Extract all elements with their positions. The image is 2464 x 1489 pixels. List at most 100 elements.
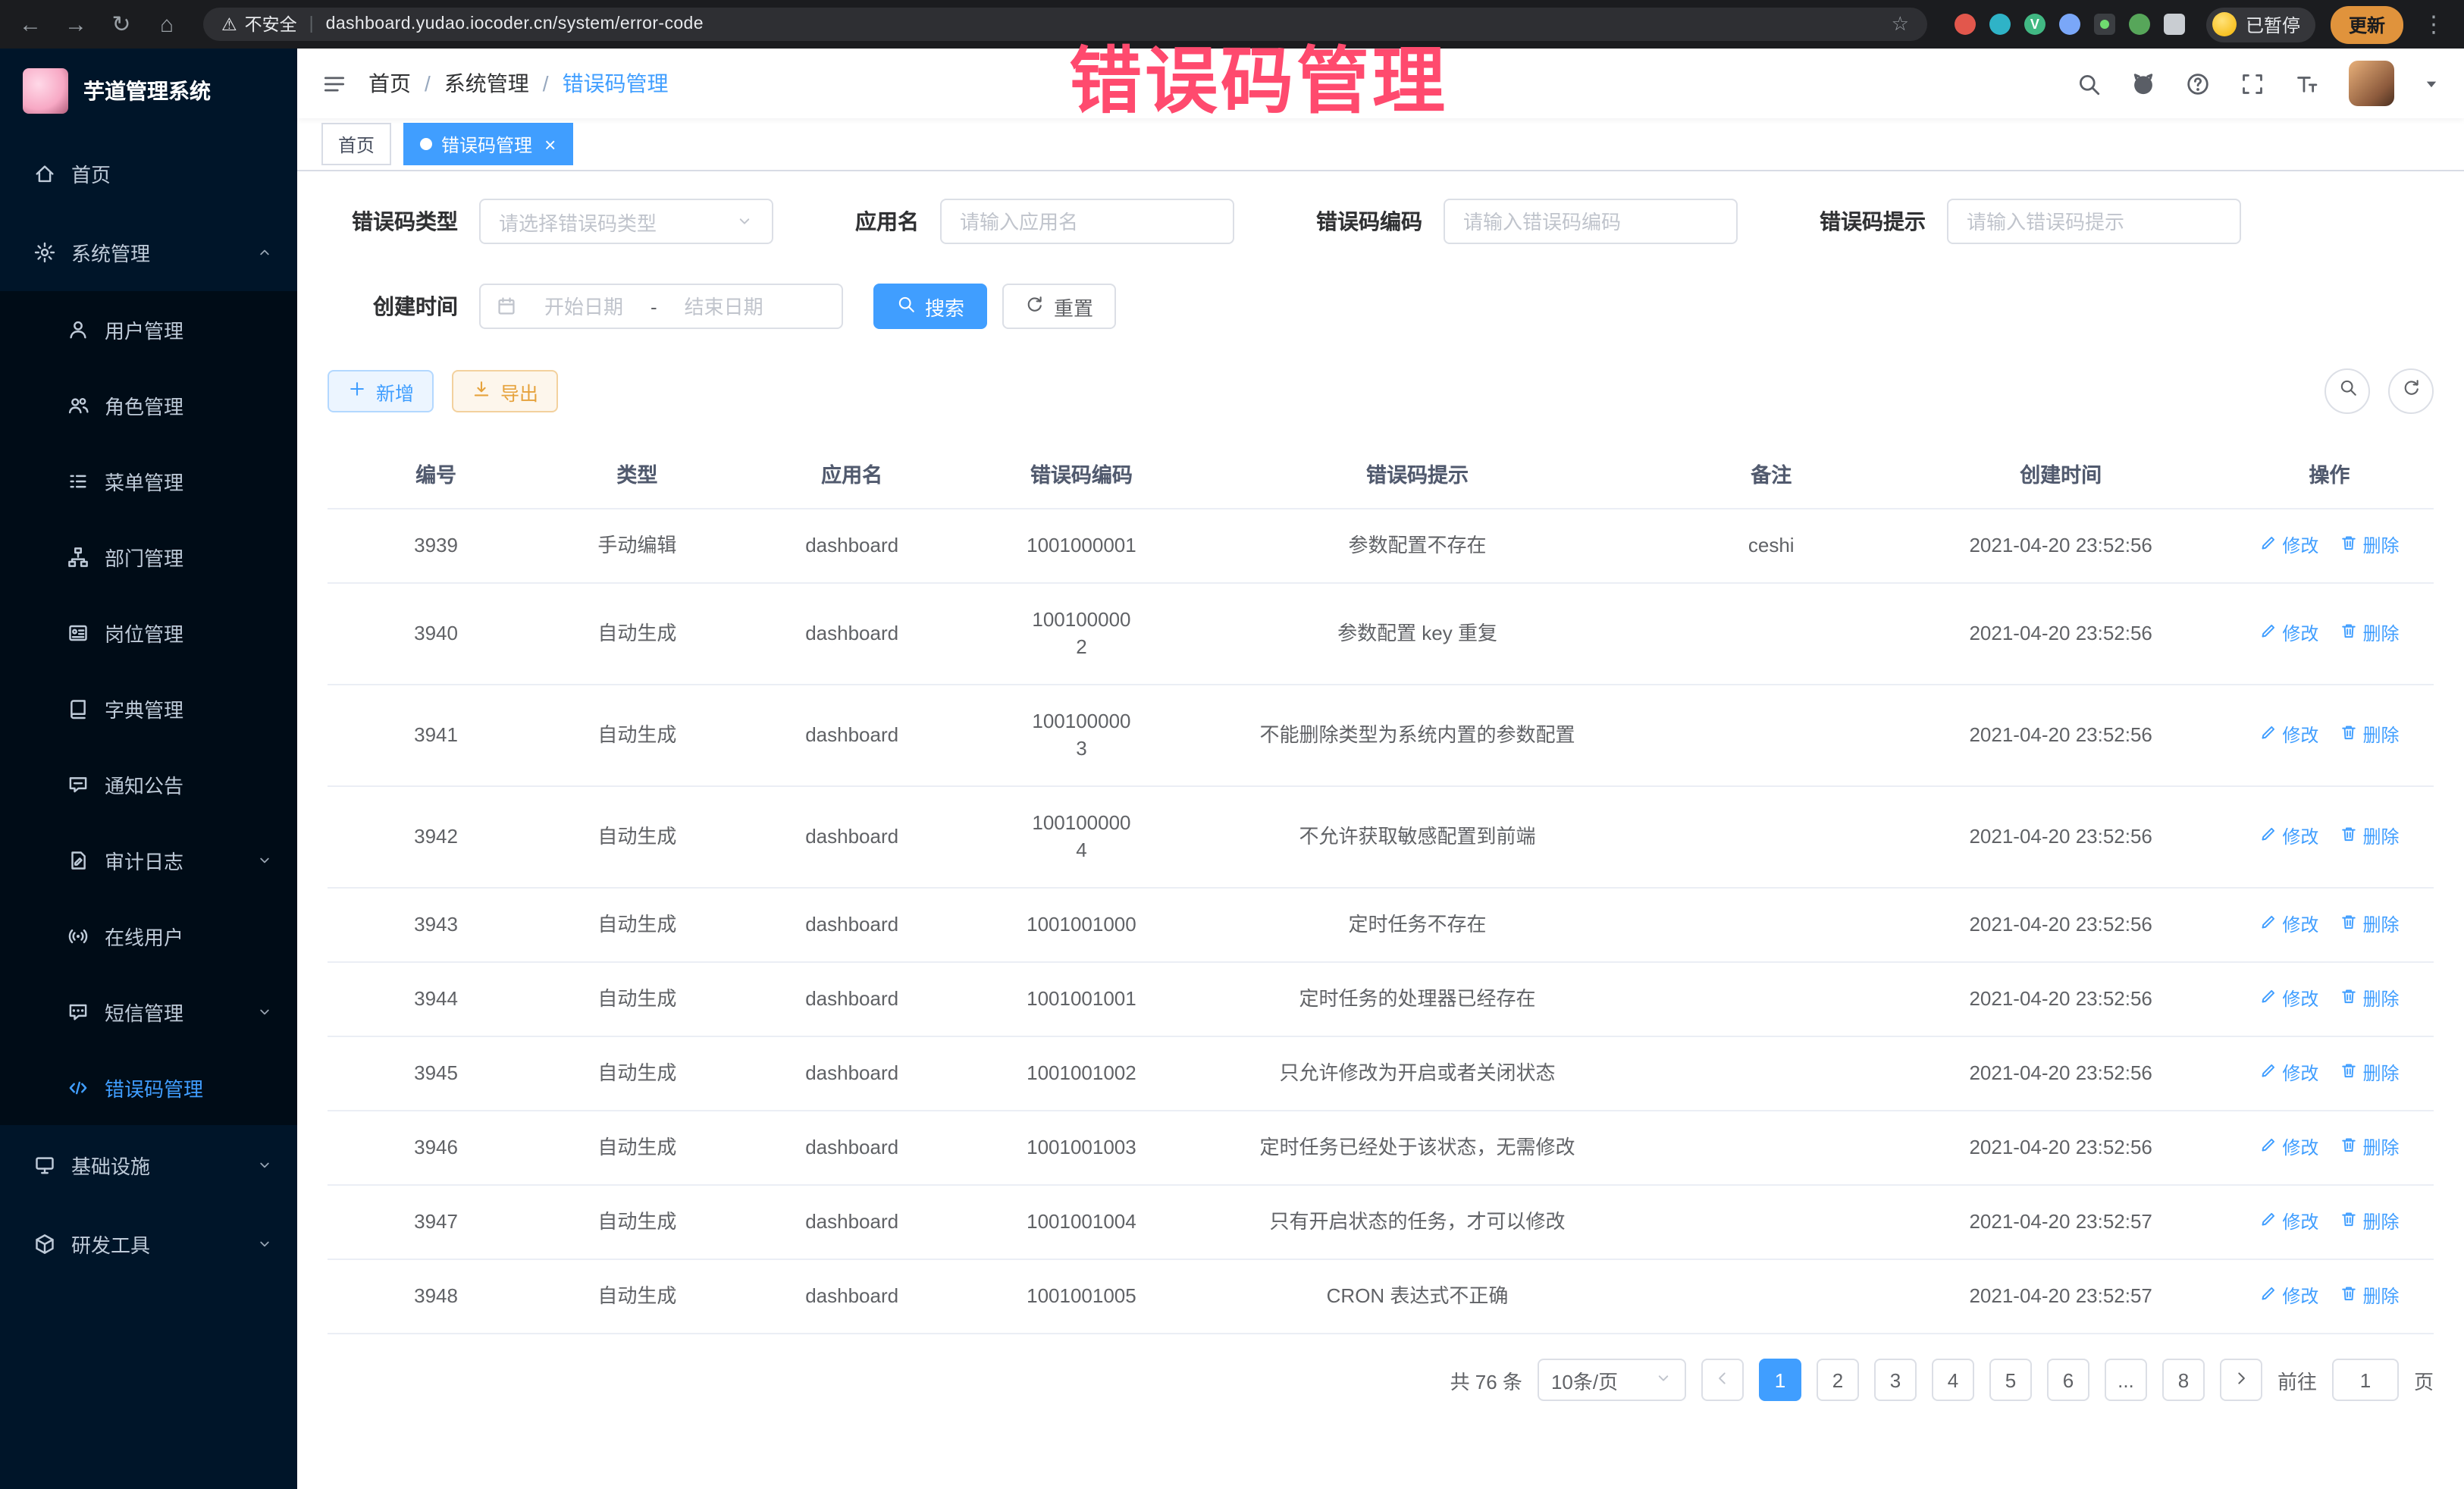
sidebar-item[interactable]: 角色管理 (0, 367, 297, 443)
sidebar-item[interactable]: 错误码管理 (0, 1049, 297, 1125)
extension-icon[interactable] (1955, 14, 1976, 35)
sidebar-item-label: 错误码管理 (105, 1073, 273, 1102)
browser-update-button[interactable]: 更新 (2331, 5, 2403, 43)
profile-paused-chip[interactable]: 已暂停 (2206, 7, 2315, 42)
caret-down-icon[interactable] (2423, 75, 2440, 92)
start-date-input[interactable] (526, 293, 641, 319)
edit-link[interactable]: 修改 (2259, 1283, 2318, 1310)
cell-actions: 修改删除 (2225, 685, 2434, 786)
edit-link[interactable]: 修改 (2259, 986, 2318, 1013)
sidebar-item[interactable]: 通知公告 (0, 746, 297, 822)
sidebar-item[interactable]: 基础设施 (0, 1125, 297, 1204)
sidebar-item[interactable]: 首页 (0, 133, 297, 212)
tab[interactable]: 首页 (321, 123, 391, 165)
forward-icon[interactable]: → (61, 11, 91, 37)
goto-page-input[interactable] (2332, 1359, 2399, 1401)
error-message-input[interactable] (1947, 199, 2241, 244)
app-name-input[interactable] (940, 199, 1234, 244)
page-button[interactable]: 4 (1932, 1359, 1974, 1401)
edit-link[interactable]: 修改 (2259, 722, 2318, 749)
edit-link[interactable]: 修改 (2259, 532, 2318, 560)
delete-link[interactable]: 删除 (2340, 1060, 2399, 1087)
breadcrumb-item[interactable]: 系统管理 (444, 68, 529, 99)
page-button[interactable]: 3 (1874, 1359, 1917, 1401)
page-button[interactable]: 5 (1989, 1359, 2032, 1401)
font-size-icon[interactable] (2294, 71, 2320, 96)
page-button[interactable]: 1 (1759, 1359, 1801, 1401)
tab[interactable]: 错误码管理× (403, 123, 572, 165)
edit-link[interactable]: 修改 (2259, 823, 2318, 851)
delete-link[interactable]: 删除 (2340, 1208, 2399, 1236)
sidebar-item[interactable]: 系统管理 (0, 212, 297, 291)
sidebar-item[interactable]: 审计日志 (0, 822, 297, 898)
edit-icon (2259, 1283, 2277, 1310)
table-row: 3944自动生成dashboard1001001001定时任务的处理器已经存在2… (328, 962, 2434, 1036)
reload-icon[interactable]: ↻ (106, 11, 136, 38)
sidebar-item[interactable]: 菜单管理 (0, 443, 297, 519)
edit-link[interactable]: 修改 (2259, 1134, 2318, 1161)
delete-link[interactable]: 删除 (2340, 823, 2399, 851)
reset-button[interactable]: 重置 (1002, 284, 1116, 329)
error-code-input[interactable] (1444, 199, 1738, 244)
delete-link[interactable]: 删除 (2340, 1283, 2399, 1310)
user-icon (67, 318, 89, 340)
extension-icon[interactable] (1989, 14, 2011, 35)
page-button[interactable]: 2 (1817, 1359, 1859, 1401)
edit-link[interactable]: 修改 (2259, 1208, 2318, 1236)
security-chip[interactable]: ⚠ 不安全 (221, 12, 297, 36)
sidebar-item[interactable]: 用户管理 (0, 291, 297, 367)
delete-link[interactable]: 删除 (2340, 722, 2399, 749)
pinned-extension-icon[interactable] (2164, 14, 2185, 35)
sidebar-item[interactable]: 字典管理 (0, 670, 297, 746)
gear-icon (33, 240, 56, 263)
cell-id: 3948 (328, 1259, 544, 1334)
sidebar-item[interactable]: 在线用户 (0, 898, 297, 973)
search-button[interactable]: 搜索 (873, 284, 987, 329)
end-date-input[interactable] (666, 293, 782, 319)
browser-menu-icon[interactable]: ⋮ (2419, 11, 2449, 38)
back-icon[interactable]: ← (15, 11, 45, 37)
page-size-select[interactable]: 10条/页 (1538, 1359, 1686, 1401)
prev-page-button[interactable] (1701, 1359, 1744, 1401)
date-range-picker[interactable]: - (479, 284, 843, 329)
add-button[interactable]: 新增 (328, 370, 434, 412)
refresh-table-button[interactable] (2388, 368, 2434, 414)
export-button[interactable]: 导出 (452, 370, 558, 412)
sidebar-item[interactable]: 岗位管理 (0, 594, 297, 670)
cell-app-name: dashboard (730, 888, 974, 962)
delete-link[interactable]: 删除 (2340, 986, 2399, 1013)
next-page-button[interactable] (2220, 1359, 2262, 1401)
sidebar-item[interactable]: 研发工具 (0, 1204, 297, 1283)
address-bar[interactable]: ⚠ 不安全 | dashboard.yudao.iocoder.cn/syste… (203, 8, 1927, 41)
bookmark-star-icon[interactable]: ☆ (1892, 12, 1909, 36)
page-button[interactable]: 8 (2162, 1359, 2205, 1401)
breadcrumb-item[interactable]: 首页 (368, 68, 411, 99)
pager-ellipsis[interactable]: ... (2105, 1359, 2147, 1401)
extension-icon[interactable] (2094, 14, 2115, 35)
help-icon[interactable] (2185, 71, 2211, 96)
page-button[interactable]: 6 (2047, 1359, 2089, 1401)
delete-link[interactable]: 删除 (2340, 532, 2399, 560)
edit-link[interactable]: 修改 (2259, 911, 2318, 939)
search-icon[interactable] (2076, 71, 2102, 96)
delete-link[interactable]: 删除 (2340, 911, 2399, 939)
error-type-select[interactable]: 请选择错误码类型 (479, 199, 773, 244)
fullscreen-icon[interactable] (2240, 71, 2265, 96)
app-logo-row[interactable]: 芋道管理系统 (0, 49, 297, 133)
app-title: 芋道管理系统 (83, 76, 211, 106)
toggle-search-button[interactable] (2324, 368, 2370, 414)
vue-devtools-extension-icon[interactable] (2024, 14, 2045, 35)
edit-link[interactable]: 修改 (2259, 1060, 2318, 1087)
browser-home-icon[interactable]: ⌂ (152, 11, 182, 37)
extension-icon[interactable] (2129, 14, 2150, 35)
github-icon[interactable] (2130, 71, 2156, 96)
sidebar-item[interactable]: 部门管理 (0, 519, 297, 594)
extension-icon[interactable] (2059, 14, 2080, 35)
edit-link[interactable]: 修改 (2259, 620, 2318, 647)
hamburger-icon[interactable] (321, 71, 347, 96)
delete-link[interactable]: 删除 (2340, 620, 2399, 647)
user-avatar[interactable] (2349, 61, 2394, 106)
close-icon[interactable]: × (544, 134, 556, 154)
sidebar-item[interactable]: 短信管理 (0, 973, 297, 1049)
delete-link[interactable]: 删除 (2340, 1134, 2399, 1161)
